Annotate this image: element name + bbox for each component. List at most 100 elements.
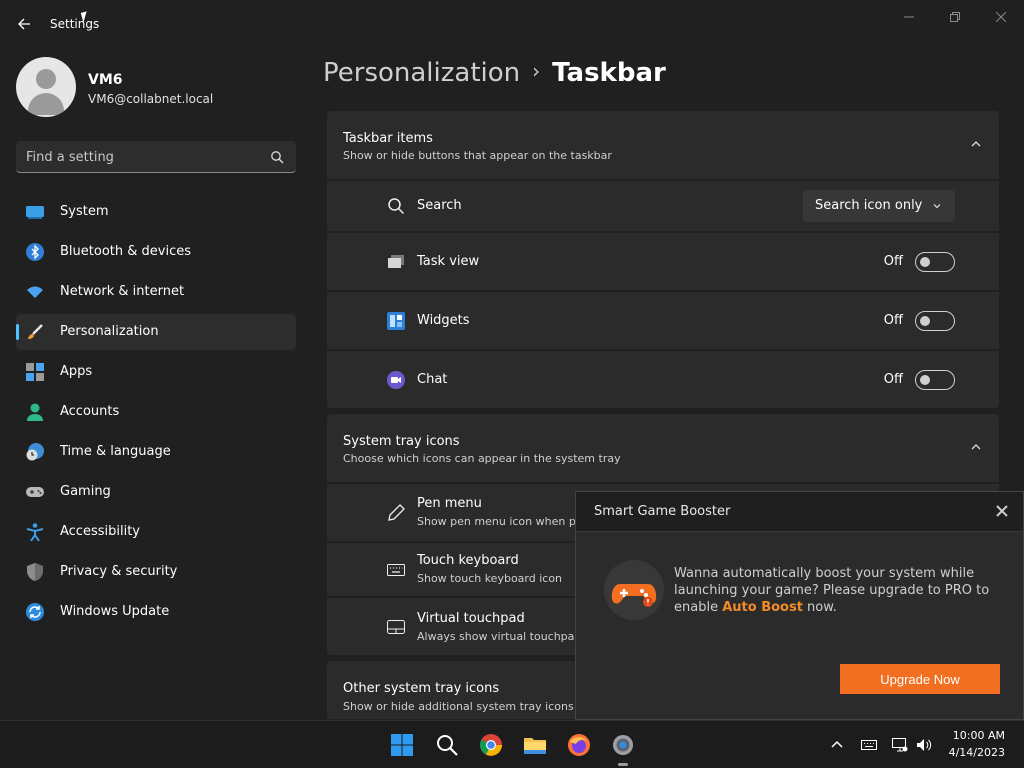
- section-title: Other system tray icons: [343, 681, 500, 696]
- windows-start-icon[interactable]: [390, 733, 414, 757]
- search-input[interactable]: [26, 147, 256, 167]
- volume-icon[interactable]: [916, 737, 932, 753]
- taskbar: 10:00 AM 4/14/2023: [0, 720, 1024, 768]
- chat-icon: [387, 371, 405, 389]
- keyboard-icon[interactable]: [861, 737, 877, 753]
- dropdown-value: Search icon only: [815, 198, 923, 213]
- popup-message-highlight: Auto Boost: [722, 600, 803, 615]
- sidebar-item-label: Accessibility: [60, 524, 140, 539]
- mouse-cursor-icon: [80, 11, 90, 23]
- sidebar-item-label: Personalization: [60, 324, 159, 339]
- section-subtitle: Show or hide additional system tray icon…: [343, 700, 574, 713]
- section-title: Taskbar items: [343, 131, 433, 146]
- smart-game-booster-popup: Smart Game Booster Wanna automatically b…: [575, 491, 1024, 720]
- sidebar-item-personalization[interactable]: Personalization: [16, 314, 296, 350]
- setting-label: Virtual touchpad: [417, 611, 525, 626]
- search-icon[interactable]: [270, 150, 284, 164]
- sidebar-item-label: Gaming: [60, 484, 111, 499]
- setting-row-search: Search Search icon only: [327, 181, 999, 231]
- globe-clock-icon: [26, 443, 44, 461]
- widgets-toggle[interactable]: [915, 311, 955, 331]
- sidebar-item-privacy-security[interactable]: Privacy & security: [16, 554, 296, 590]
- sidebar-item-label: Accounts: [60, 404, 120, 419]
- task-view-icon: [388, 255, 404, 268]
- task-view-toggle[interactable]: [915, 252, 955, 272]
- user-name: VM6: [88, 72, 123, 88]
- toggle-state: Off: [883, 372, 903, 387]
- wifi-icon: [27, 286, 43, 298]
- breadcrumb: Personalization › Taskbar: [323, 58, 666, 88]
- search-icon: [388, 198, 405, 215]
- file-explorer-icon[interactable]: [523, 733, 547, 757]
- setting-label: Chat: [417, 372, 448, 387]
- sidebar-item-label: Bluetooth & devices: [60, 244, 191, 259]
- settings-icon[interactable]: [611, 733, 635, 757]
- bluetooth-icon: [26, 243, 44, 261]
- shield-icon: [27, 563, 43, 581]
- sidebar-item-gaming[interactable]: Gaming: [16, 474, 296, 510]
- system-tray-header[interactable]: System tray icons Choose which icons can…: [327, 414, 999, 482]
- sidebar-item-accessibility[interactable]: Accessibility: [16, 514, 296, 550]
- chevron-up-icon[interactable]: [829, 737, 845, 753]
- update-icon: [26, 603, 44, 621]
- active-app-indicator: [618, 763, 628, 766]
- search-icon[interactable]: [435, 733, 459, 757]
- close-icon[interactable]: [978, 6, 1024, 28]
- setting-label: Touch keyboard: [417, 553, 519, 568]
- toggle-state: Off: [883, 313, 903, 328]
- setting-description: Show touch keyboard icon: [417, 572, 563, 585]
- sidebar-item-label: System: [60, 204, 109, 219]
- system-icon: [26, 206, 44, 219]
- clock-time[interactable]: 10:00 AM: [953, 729, 1005, 742]
- upgrade-now-button[interactable]: Upgrade Now: [840, 664, 1000, 694]
- minimize-icon[interactable]: [886, 6, 932, 28]
- page-title: Taskbar: [552, 58, 666, 88]
- clock-date[interactable]: 4/14/2023: [949, 746, 1005, 759]
- search-box[interactable]: [16, 141, 296, 173]
- taskbar-items-header[interactable]: Taskbar items Show or hide buttons that …: [327, 111, 999, 179]
- setting-row-widgets: Widgets Off: [327, 292, 999, 349]
- sidebar-item-label: Apps: [60, 364, 93, 379]
- setting-row-chat: Chat Off: [327, 351, 999, 408]
- sidebar-item-accounts[interactable]: Accounts: [16, 394, 296, 430]
- sidebar-item-system[interactable]: System: [16, 194, 296, 230]
- keyboard-icon: [387, 564, 405, 576]
- sidebar-item-bluetooth[interactable]: Bluetooth & devices: [16, 234, 296, 270]
- gamepad-icon: [611, 584, 657, 607]
- setting-description: Show pen menu icon when p: [417, 515, 576, 528]
- accessibility-icon: [26, 523, 44, 541]
- search-mode-dropdown[interactable]: Search icon only: [803, 190, 955, 222]
- section-subtitle: Show or hide buttons that appear on the …: [343, 149, 612, 162]
- touchpad-icon: [387, 620, 405, 634]
- setting-label: Widgets: [417, 313, 470, 328]
- setting-label: Task view: [417, 254, 480, 269]
- setting-row-task-view: Task view Off: [327, 233, 999, 290]
- sidebar-item-network[interactable]: Network & internet: [16, 274, 296, 310]
- popup-message: Wanna automatically boost your system wh…: [674, 565, 994, 616]
- sidebar-item-label: Time & language: [60, 444, 171, 459]
- chrome-icon[interactable]: [479, 733, 503, 757]
- sidebar-item-label: Windows Update: [60, 604, 170, 619]
- firefox-icon[interactable]: [567, 733, 591, 757]
- paintbrush-icon: [28, 324, 43, 339]
- chat-toggle[interactable]: [915, 370, 955, 390]
- sidebar-item-windows-update[interactable]: Windows Update: [16, 594, 296, 630]
- network-icon[interactable]: [892, 737, 908, 753]
- back-arrow-icon[interactable]: [12, 12, 36, 36]
- sidebar-item-apps[interactable]: Apps: [16, 354, 296, 390]
- setting-label: Search: [417, 198, 462, 213]
- chevron-up-icon[interactable]: [971, 442, 981, 452]
- gamepad-icon: [26, 487, 44, 497]
- section-title: System tray icons: [343, 434, 460, 449]
- setting-description: Always show virtual touchpad: [417, 630, 582, 643]
- setting-label: Pen menu: [417, 496, 482, 511]
- chevron-up-icon[interactable]: [971, 139, 981, 149]
- restore-icon[interactable]: [932, 6, 978, 28]
- close-icon[interactable]: [993, 502, 1011, 520]
- game-booster-logo: [604, 560, 664, 620]
- breadcrumb-parent[interactable]: Personalization: [323, 58, 520, 88]
- app-title: Settings: [50, 17, 100, 31]
- sidebar-item-time-language[interactable]: Time & language: [16, 434, 296, 470]
- popup-header: Smart Game Booster: [576, 492, 1023, 532]
- title-bar: Settings: [0, 0, 1024, 48]
